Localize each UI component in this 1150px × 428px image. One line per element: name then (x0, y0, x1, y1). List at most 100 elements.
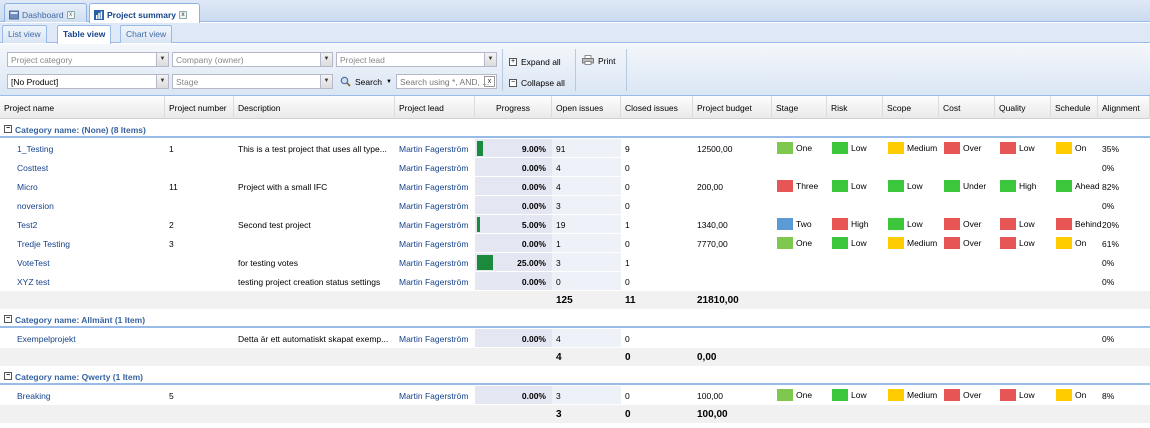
close-icon[interactable]: x (66, 10, 75, 19)
project-name-link[interactable]: 1_Testing (17, 139, 163, 157)
alignment-cell: 8% (1102, 391, 1115, 401)
project-name-link[interactable]: VoteTest (17, 253, 163, 271)
table-row[interactable]: VoteTest for testing votes Martin Fagerstr… (0, 253, 1150, 271)
project-lead-link[interactable]: Martin Fagerström (399, 177, 473, 195)
project-name-link[interactable]: Micro (17, 177, 163, 195)
project-lead-link[interactable]: Martin Fagerström (399, 158, 473, 176)
table-row[interactable]: 1_Testing 1 This is a test project that us… (0, 139, 1150, 157)
progress-value: 0.00% (521, 334, 546, 344)
tab-chart-view[interactable]: Chart view (120, 25, 173, 43)
collapse-group-icon[interactable]: − (4, 372, 12, 380)
table-row[interactable]: Test2 2 Second test project Martin Fagerstr… (0, 215, 1150, 233)
column-header-project-number[interactable]: Project number (165, 96, 234, 119)
collapse-group-icon[interactable]: − (4, 125, 12, 133)
progress-value: 5.00% (521, 220, 546, 230)
tab-list-view[interactable]: List view (2, 25, 47, 43)
project-lead-link[interactable]: Martin Fagerström (399, 253, 473, 271)
tab-project-summary[interactable]: Project summary x (89, 3, 200, 23)
project-budget-cell: 7770,00 (697, 239, 728, 249)
project-lead-link[interactable]: Martin Fagerström (399, 329, 473, 347)
collapse-group-icon[interactable]: − (4, 315, 12, 323)
group-title: Category name: (None) (8 Items) (15, 125, 146, 135)
closed-issues-cell: 1 (625, 220, 630, 230)
column-header-schedule[interactable]: Schedule (1051, 96, 1098, 119)
table-row[interactable]: Exempelprojekt Detta är ett automatiskt s… (0, 329, 1150, 347)
chevron-down-icon[interactable]: ▼ (320, 75, 332, 88)
progress-bar: 25.00% (475, 253, 552, 271)
column-header-open-issues[interactable]: Open issues (552, 96, 621, 119)
project-name-link[interactable]: Tredje Testing (17, 234, 163, 252)
company-owner-select[interactable]: Company (owner) ▼ (172, 52, 333, 67)
project-lead-link[interactable]: Martin Fagerström (399, 215, 473, 233)
table-row[interactable]: Breaking 5 Martin Fagerström 0.00% 3 0 100,00 O… (0, 386, 1150, 404)
chevron-down-icon[interactable]: ▼ (484, 53, 496, 66)
column-header-quality[interactable]: Quality (995, 96, 1051, 119)
column-header-progress[interactable]: Progress (475, 96, 552, 119)
column-header-project-budget[interactable]: Project budget (693, 96, 772, 119)
project-lead-select[interactable]: Project lead ▼ (336, 52, 497, 67)
cost-color-swatch (944, 218, 960, 230)
column-header-cost[interactable]: Cost (939, 96, 995, 119)
schedule-color-swatch (1056, 142, 1072, 154)
progress-value: 9.00% (521, 144, 546, 154)
table-row[interactable]: Micro 11 Project with a small IFC Martin Fa… (0, 177, 1150, 195)
closed-issues-cell: 0 (625, 277, 630, 287)
tab-dashboard[interactable]: Dashboard x (4, 3, 87, 22)
print-button[interactable]: Print (582, 53, 615, 69)
stage-select[interactable]: Stage ▼ (172, 74, 333, 89)
alignment-cell: 0% (1102, 334, 1115, 344)
project-lead-link[interactable]: Martin Fagerström (399, 272, 473, 290)
project-name-link[interactable]: Exempelprojekt (17, 329, 163, 347)
column-header-project-name[interactable]: Project name (0, 96, 165, 119)
column-header-project-lead[interactable]: Project lead (395, 96, 475, 119)
project-lead-link[interactable]: Martin Fagerström (399, 386, 473, 404)
total-open: 4 (556, 352, 562, 363)
table-row[interactable]: Tredje Testing 3 Martin Fagerström 0.00% 1 0 7… (0, 234, 1150, 252)
project-lead-link[interactable]: Martin Fagerström (399, 139, 473, 157)
project-budget-cell: 12500,00 (697, 144, 733, 154)
progress-fill (477, 141, 483, 156)
tab-table-view[interactable]: Table view (57, 25, 112, 44)
scope-label: Low (907, 181, 923, 191)
project-name-link[interactable]: XYZ test (17, 272, 163, 290)
column-header-scope[interactable]: Scope (883, 96, 939, 119)
schedule-label: Behind (1075, 219, 1102, 229)
project-lead-link[interactable]: Martin Fagerström (399, 234, 473, 252)
column-header-stage[interactable]: Stage (772, 96, 827, 119)
total-closed: 0 (625, 409, 631, 420)
schedule-status: On (1056, 142, 1086, 154)
close-icon[interactable]: x (178, 11, 187, 19)
open-issues-cell: 3 (556, 391, 561, 401)
group-header[interactable]: − Category name: (None) (8 Items) (0, 120, 1150, 138)
project-name-link[interactable]: noversion (17, 196, 163, 214)
description-cell (238, 196, 393, 214)
project-name-link[interactable]: Test2 (17, 215, 163, 233)
collapse-all-button[interactable]: − Collapse all (509, 75, 565, 91)
project-name-link[interactable]: Breaking (17, 386, 163, 404)
table-row[interactable]: noversion Martin Fagerström 0.00% 3 0 0% (0, 196, 1150, 214)
table-row[interactable]: Costtest Martin Fagerström 0.00% 4 0 0% (0, 158, 1150, 176)
project-category-select[interactable]: Project category ▼ (7, 52, 169, 67)
stage-color-swatch (777, 389, 793, 401)
column-header-description[interactable]: Description (234, 96, 395, 119)
chevron-down-icon[interactable]: ▼ (156, 75, 168, 88)
clear-icon[interactable]: x (484, 76, 495, 87)
table-row[interactable]: XYZ test testing project creation status … (0, 272, 1150, 290)
search-input[interactable]: Search using *, AND, ... x (396, 74, 497, 89)
group-header[interactable]: − Category name: Allmänt (1 Item) (0, 310, 1150, 328)
column-header-risk[interactable]: Risk (827, 96, 883, 119)
expand-all-button[interactable]: + Expand all (509, 54, 561, 70)
search-button[interactable]: Search ▼ (340, 74, 392, 90)
quality-status: Low (1000, 237, 1035, 249)
cost-color-swatch (944, 237, 960, 249)
project-name-link[interactable]: Costtest (17, 158, 163, 176)
stage-status: Two (777, 218, 812, 230)
column-header-closed-issues[interactable]: Closed issues (621, 96, 693, 119)
project-budget-cell (697, 158, 770, 176)
group-header[interactable]: − Category name: Qwerty (1 Item) (0, 367, 1150, 385)
column-header-alignment[interactable]: Alignment (1098, 96, 1150, 119)
product-select[interactable]: [No Product] ▼ (7, 74, 169, 89)
chevron-down-icon[interactable]: ▼ (156, 53, 168, 66)
chevron-down-icon[interactable]: ▼ (320, 53, 332, 66)
project-lead-link[interactable]: Martin Fagerström (399, 196, 473, 214)
